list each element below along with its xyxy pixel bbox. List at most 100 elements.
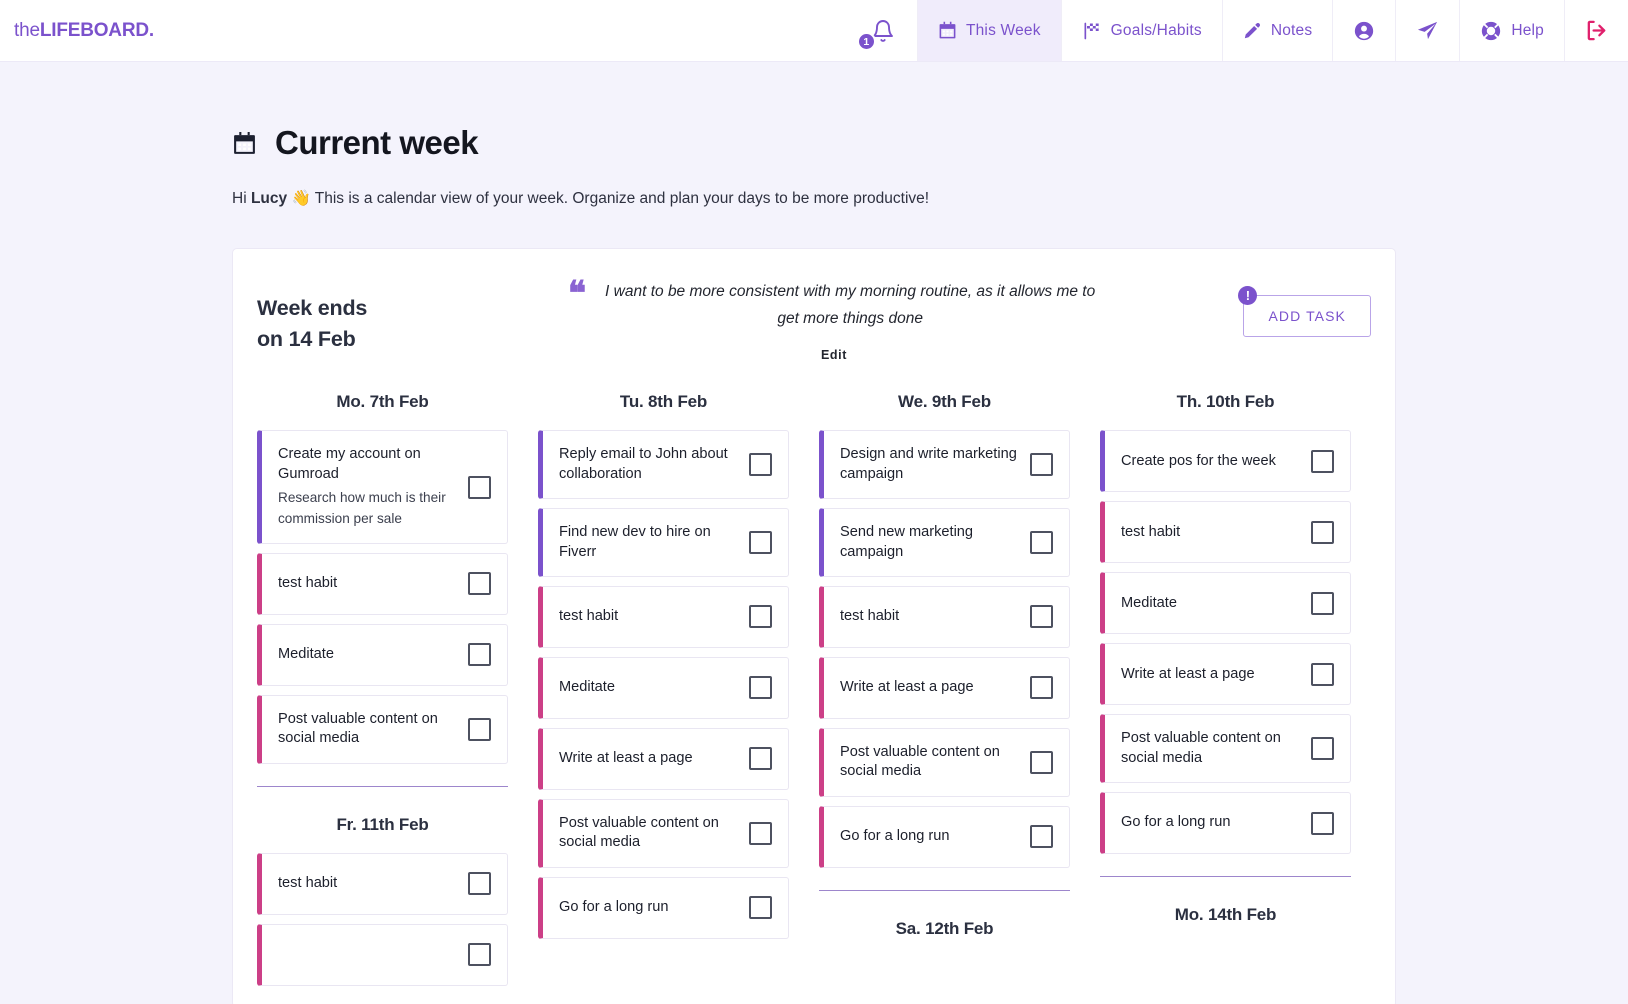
task-texts: Post valuable content on social media — [278, 710, 468, 749]
week-divider — [1100, 876, 1351, 878]
task-checkbox[interactable] — [468, 872, 491, 896]
task-card[interactable]: Design and write marketing campaign — [819, 430, 1070, 500]
nav-item-help[interactable]: Help — [1459, 0, 1564, 61]
week-divider — [819, 889, 1070, 891]
greeting-text: Hi Lucy 👋 This is a calendar view of you… — [232, 189, 1396, 208]
task-texts: Write at least a page — [840, 678, 986, 697]
task-texts: Post valuable content on social media — [840, 743, 1030, 782]
task-checkbox[interactable] — [1311, 811, 1334, 835]
task-card[interactable]: test habit — [538, 585, 789, 648]
day-header: Th. 10th Feb — [1176, 392, 1275, 412]
task-card[interactable]: Write at least a page — [819, 656, 1070, 719]
task-checkbox[interactable] — [749, 453, 772, 477]
task-card[interactable]: Go for a long run — [819, 805, 1070, 868]
task-title: Go for a long run — [1121, 814, 1231, 831]
lifering-icon — [1480, 20, 1502, 42]
task-card[interactable] — [257, 923, 508, 986]
send-icon — [1416, 19, 1439, 42]
task-checkbox[interactable] — [1311, 591, 1334, 615]
task-card[interactable]: Find new dev to hire on Fiverr — [538, 508, 789, 577]
task-checkbox[interactable] — [1030, 750, 1053, 774]
task-title: Post valuable content on social media — [559, 814, 719, 851]
task-checkbox[interactable] — [468, 572, 491, 596]
week-panel: Week ends on 14 Feb ❝ I want to be more … — [232, 248, 1396, 1004]
task-card[interactable]: Meditate — [257, 623, 508, 686]
day-header: Mo. 7th Feb — [336, 392, 429, 412]
task-card[interactable]: test habit — [257, 552, 508, 615]
nav-item-goals-habits[interactable]: Goals/Habits — [1060, 0, 1222, 61]
task-card[interactable]: Reply email to John about collaboration — [538, 430, 789, 500]
task-card[interactable]: test habit — [819, 585, 1070, 648]
logo-prefix: the — [14, 19, 40, 41]
task-texts: Meditate — [1121, 594, 1189, 613]
task-checkbox[interactable] — [1030, 531, 1053, 555]
week-ends-line-2: on 14 Feb — [257, 327, 356, 352]
task-card[interactable]: Meditate — [1100, 572, 1351, 635]
week-ends-label: Week ends on 14 Feb — [257, 279, 527, 355]
task-checkbox[interactable] — [749, 605, 772, 629]
nav-item-send[interactable] — [1395, 0, 1459, 61]
task-checkbox[interactable] — [1311, 520, 1334, 544]
task-checkbox[interactable] — [749, 676, 772, 700]
task-card[interactable]: Go for a long run — [1100, 792, 1351, 855]
task-card[interactable]: Create pos for the week — [1100, 430, 1351, 493]
task-title: Post valuable content on social media — [840, 743, 1000, 780]
add-task-area: ! ADD TASK — [1141, 279, 1371, 337]
day-header: We. 9th Feb — [898, 392, 991, 412]
add-task-button[interactable]: ADD TASK — [1243, 295, 1371, 337]
task-card[interactable]: Post valuable content on social media — [819, 727, 1070, 797]
task-checkbox[interactable] — [749, 531, 772, 555]
day-header: Mo. 14th Feb — [1174, 905, 1277, 925]
task-checkbox[interactable] — [468, 717, 491, 741]
pen-icon — [1243, 21, 1262, 40]
task-card[interactable]: test habit — [257, 852, 508, 915]
greeting-prefix: Hi — [232, 190, 251, 207]
task-card[interactable]: Post valuable content on social media — [1100, 714, 1351, 784]
nav-item-this-week[interactable]: This Week — [916, 0, 1061, 61]
task-card[interactable]: Write at least a page — [1100, 643, 1351, 706]
task-checkbox[interactable] — [1311, 449, 1334, 473]
task-checkbox[interactable] — [749, 747, 772, 771]
task-checkbox[interactable] — [468, 643, 491, 667]
day-column: Th. 10th Feb Create pos for the week test … — [1100, 392, 1351, 994]
nav-label-this-week: This Week — [965, 21, 1041, 39]
task-card[interactable]: test habit — [1100, 501, 1351, 564]
task-checkbox[interactable] — [1030, 825, 1053, 849]
app-logo[interactable]: the LIFEBOARD. — [0, 0, 154, 61]
task-checkbox[interactable] — [468, 943, 491, 967]
task-checkbox[interactable] — [1311, 662, 1334, 686]
task-title: test habit — [278, 875, 338, 892]
greeting-suffix: 👋 This is a calendar view of your week. … — [287, 190, 930, 207]
nav-item-account[interactable] — [1332, 0, 1395, 61]
edit-quote-link[interactable]: Edit — [547, 348, 1121, 362]
task-checkbox[interactable] — [1030, 605, 1053, 629]
task-card[interactable]: Meditate — [538, 656, 789, 719]
task-card[interactable]: Post valuable content on social media — [257, 694, 508, 764]
task-title: test habit — [278, 575, 338, 592]
task-texts: test habit — [559, 607, 630, 626]
task-title: Write at least a page — [559, 750, 693, 767]
day-column: Tu. 8th Feb Reply email to John about col… — [538, 392, 789, 994]
task-checkbox[interactable] — [1311, 737, 1334, 761]
task-texts: Create my account on Gumroad Research how… — [278, 445, 468, 529]
task-texts: test habit — [1121, 523, 1192, 542]
task-checkbox[interactable] — [749, 896, 772, 920]
logo-name: LIFEBOARD. — [39, 19, 154, 41]
task-card[interactable]: Go for a long run — [538, 876, 789, 939]
task-card[interactable]: Create my account on Gumroad Research how… — [257, 430, 508, 544]
task-checkbox[interactable] — [468, 475, 491, 499]
nav-item-notes[interactable]: Notes — [1221, 0, 1333, 61]
notifications-button[interactable]: 1 — [849, 0, 917, 61]
nav-item-logout[interactable] — [1564, 0, 1628, 61]
task-checkbox[interactable] — [749, 821, 772, 845]
task-checkbox[interactable] — [1030, 676, 1053, 700]
notification-badge: 1 — [856, 32, 876, 51]
task-checkbox[interactable] — [1030, 453, 1053, 477]
task-card[interactable]: Write at least a page — [538, 727, 789, 790]
task-card[interactable]: Post valuable content on social media — [538, 798, 789, 868]
task-title: Meditate — [1121, 594, 1177, 611]
task-title: Write at least a page — [1121, 665, 1255, 682]
panel-header: Week ends on 14 Feb ❝ I want to be more … — [257, 277, 1371, 362]
task-card[interactable]: Send new marketing campaign — [819, 508, 1070, 577]
